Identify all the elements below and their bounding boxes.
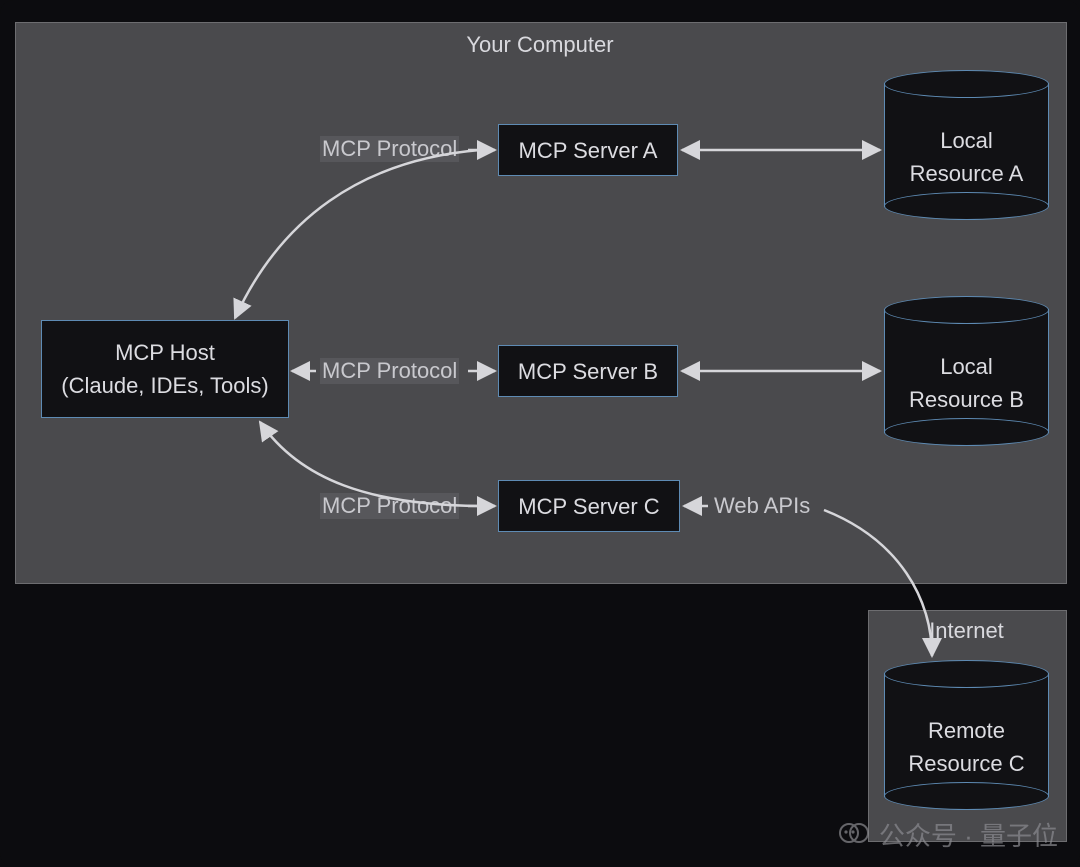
watermark-text: 公众号 · 量子位 — [879, 816, 1058, 853]
connectors — [0, 0, 1080, 867]
watermark: 公众号 · 量子位 — [839, 816, 1058, 853]
